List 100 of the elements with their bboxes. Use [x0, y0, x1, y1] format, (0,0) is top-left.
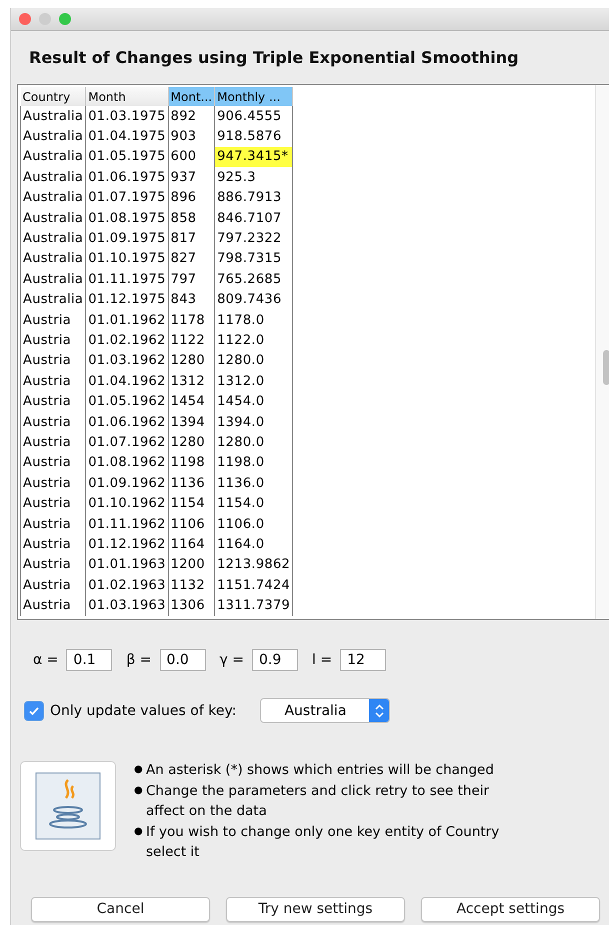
table-cell: Austria — [20, 391, 86, 412]
key-dropdown[interactable]: Australia — [260, 698, 390, 723]
dialog-button[interactable]: Cancel — [31, 896, 210, 922]
table-cell: 1200 — [168, 554, 215, 575]
note-text: Change the parameters and click retry to see their affect on the data — [146, 782, 490, 821]
table-cell: 797 — [168, 269, 215, 290]
dialog-button[interactable]: Try new settings — [226, 896, 405, 922]
table-cell: Australia — [20, 228, 86, 249]
table-cell: 1198.0 — [214, 452, 293, 474]
table-cell: 600 — [168, 146, 215, 168]
parameter-label: α = — [33, 652, 58, 668]
table-cell: 906.4555 — [214, 106, 293, 126]
table-cell: 892 — [168, 106, 215, 126]
table-cell: 1164.0 — [214, 534, 293, 555]
table-cell: Australia — [20, 248, 86, 270]
table-cell: 01.03.1975 — [86, 106, 168, 126]
column-header[interactable]: Country — [20, 87, 86, 106]
table-cell: 01.11.1975 — [86, 269, 168, 290]
table-cell: 01.09.1975 — [86, 228, 168, 249]
table-cell: 01.10.1962 — [86, 493, 168, 514]
table-cell: 01.06.1962 — [86, 412, 168, 432]
table-cell: Australia — [20, 167, 86, 188]
parameter-label: γ = — [220, 652, 244, 668]
table-cell: 896 — [168, 188, 215, 208]
table-cell: Austria — [20, 574, 86, 596]
table-cell: Australia — [20, 106, 86, 126]
table-cell: Australia — [20, 290, 86, 310]
column-header[interactable]: Mont... — [168, 87, 215, 106]
table-cell: 1136 — [168, 473, 215, 494]
table-cell: Austria — [20, 371, 86, 392]
table-cell: 1454 — [168, 391, 215, 412]
table-cell: 1280.0 — [214, 350, 293, 372]
table-cell: Austria — [20, 412, 86, 432]
table-cell: 1136.0 — [214, 473, 293, 494]
dialog-button[interactable]: Accept settings — [421, 896, 600, 922]
table-cell: 01.04.1975 — [86, 126, 168, 147]
table-cell: 1106.0 — [214, 514, 293, 534]
table-cell: Austria — [20, 595, 86, 616]
table-cell: 01.03.1962 — [86, 350, 168, 372]
table-cell: Austria — [20, 432, 86, 453]
column-header[interactable]: Monthly ... — [214, 87, 293, 106]
table-cell: Austria — [20, 452, 86, 474]
table-cell: 1122 — [168, 330, 215, 351]
parameter-label: l = — [312, 652, 332, 668]
parameter-field[interactable]: 0.9 — [252, 649, 298, 671]
table-cell: Australia — [20, 146, 86, 168]
table-cell: 01.07.1975 — [86, 188, 168, 208]
table-cell: 858 — [168, 208, 215, 228]
table-cell: 1394.0 — [214, 412, 293, 432]
table-cell: 1306 — [168, 595, 215, 616]
table-cell: 817 — [168, 228, 215, 249]
table-cell: 1454.0 — [214, 391, 293, 412]
table-cell: 827 — [168, 248, 215, 270]
table-cell: 797.2322 — [214, 228, 293, 249]
table-cell: 1178 — [168, 310, 215, 330]
table-cell: 1154.0 — [214, 493, 293, 514]
table-cell: Austria — [20, 310, 86, 330]
column-header[interactable]: Month — [86, 87, 168, 106]
table-cell: 809.7436 — [214, 290, 293, 310]
parameter-label: β = — [126, 652, 152, 668]
table-cell: Austria — [20, 330, 86, 351]
table-cell: 947.3415* — [214, 146, 293, 168]
checkbox-label: Only update values of key: — [50, 702, 236, 718]
table-cell: Austria — [20, 350, 86, 372]
table-cell: Austria — [20, 554, 86, 575]
table-cell: Austria — [20, 473, 86, 494]
parameter-field[interactable]: 0.0 — [160, 649, 206, 671]
table-cell: 1164 — [168, 534, 215, 555]
table-cell: 01.07.1962 — [86, 432, 168, 453]
table-cell: 01.10.1975 — [86, 248, 168, 270]
table-cell: 798.7315 — [214, 248, 293, 270]
table-cell: 918.5876 — [214, 126, 293, 147]
table-cell: 01.01.1962 — [86, 310, 168, 330]
table-cell: 01.05.1962 — [86, 391, 168, 412]
table-cell: 01.02.1962 — [86, 330, 168, 351]
table-cell: 1280 — [168, 432, 215, 453]
table-cell: 01.05.1975 — [86, 146, 168, 168]
table-cell: 1198 — [168, 452, 215, 474]
table-cell: 846.7107 — [214, 208, 293, 228]
table-cell: Australia — [20, 208, 86, 228]
parameter-field[interactable]: 0.1 — [66, 649, 112, 671]
table-cell: 925.3 — [214, 167, 293, 188]
table-cell: 886.7913 — [214, 188, 293, 208]
table-cell: 1312 — [168, 371, 215, 392]
table-cell: Australia — [20, 188, 86, 208]
table-cell: 1151.7424 — [214, 574, 293, 596]
table-cell: 01.12.1962 — [86, 534, 168, 555]
parameter-field[interactable]: 12 — [340, 649, 386, 671]
table-cell: 1106 — [168, 514, 215, 534]
bullet-icon: ● — [134, 822, 146, 862]
table-cell: 1394 — [168, 412, 215, 432]
table-cell: 1154 — [168, 493, 215, 514]
table-cell: 765.2685 — [214, 269, 293, 290]
note-text: An asterisk (*) shows which entries will be changed — [146, 761, 494, 780]
bullet-icon: ● — [134, 760, 146, 780]
note-text: If you wish to change only one key entity of Country select it — [146, 822, 500, 862]
table-cell: Australia — [20, 269, 86, 290]
table-cell: 01.02.1963 — [86, 574, 168, 596]
table-cell: 1280 — [168, 350, 215, 372]
table-cell: Australia — [20, 126, 86, 147]
